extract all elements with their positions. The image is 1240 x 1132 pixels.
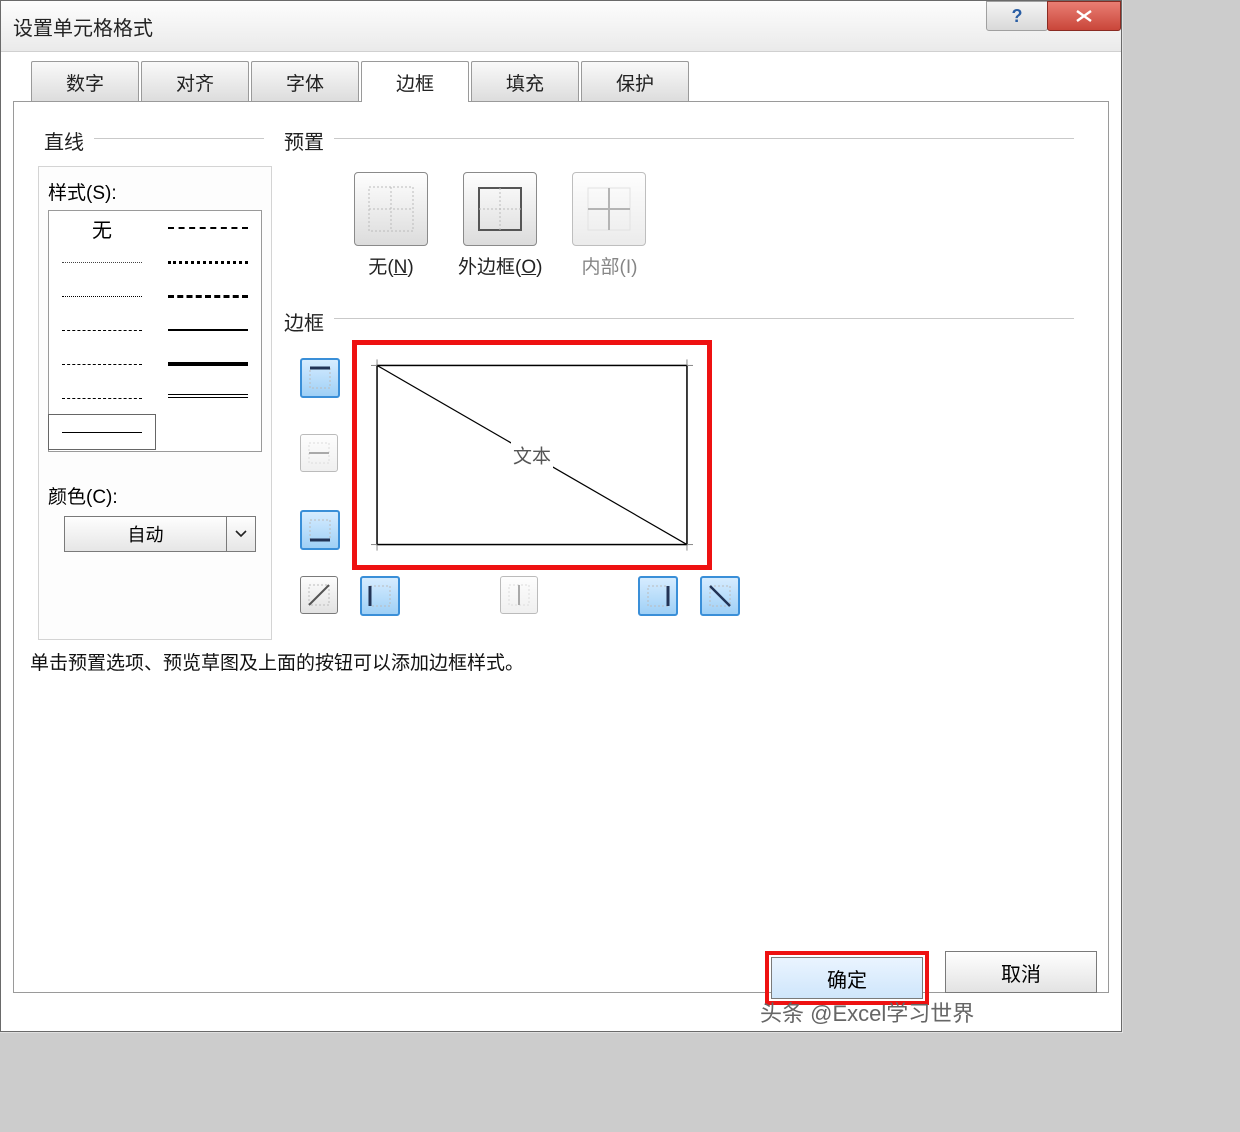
preset-outline-icon bbox=[463, 172, 537, 246]
style-item-selected[interactable] bbox=[49, 415, 155, 449]
line-style-list[interactable]: 无 bbox=[48, 210, 262, 452]
border-vmid-button[interactable] bbox=[500, 576, 538, 614]
group-label-border: 边框 bbox=[284, 307, 324, 336]
dialog-window: 设置单元格格式 ? 数字 对齐 字体 边框 填充 保护 直线 样式(S): 无 bbox=[0, 0, 1122, 1032]
watermark-text: 头条 @Excel学习世界 bbox=[760, 996, 974, 1028]
preset-none-icon bbox=[354, 172, 428, 246]
tab-border[interactable]: 边框 bbox=[361, 61, 469, 102]
border-preview[interactable]: 文本 bbox=[371, 359, 693, 551]
divider bbox=[94, 138, 264, 139]
color-dropdown[interactable]: 自动 bbox=[64, 516, 256, 552]
preset-outline[interactable]: 外边框(O) bbox=[458, 172, 542, 279]
style-item[interactable] bbox=[49, 347, 155, 381]
divider bbox=[334, 318, 1074, 319]
preset-none[interactable]: 无(N) bbox=[354, 172, 428, 279]
style-item[interactable] bbox=[49, 279, 155, 313]
chevron-down-icon bbox=[226, 517, 255, 551]
tab-font[interactable]: 字体 bbox=[251, 61, 359, 102]
color-label: 颜色(C): bbox=[48, 482, 118, 509]
style-item[interactable] bbox=[49, 381, 155, 415]
style-none[interactable]: 无 bbox=[92, 214, 112, 243]
style-item[interactable] bbox=[155, 211, 261, 245]
tab-number[interactable]: 数字 bbox=[31, 61, 139, 102]
ok-button[interactable]: 确定 bbox=[771, 957, 923, 999]
style-item[interactable] bbox=[155, 313, 261, 347]
title-bar: 设置单元格格式 ? bbox=[1, 1, 1121, 52]
cancel-button[interactable]: 取消 bbox=[945, 951, 1097, 993]
tab-align[interactable]: 对齐 bbox=[141, 61, 249, 102]
border-diag-up-button[interactable] bbox=[300, 576, 338, 614]
hint-text: 单击预置选项、预览草图及上面的按钮可以添加边框样式。 bbox=[30, 648, 524, 675]
close-icon bbox=[1075, 10, 1093, 22]
style-label: 样式(S): bbox=[48, 178, 117, 205]
style-item[interactable] bbox=[155, 279, 261, 313]
preview-text: 文本 bbox=[511, 442, 553, 469]
border-left-button[interactable] bbox=[360, 576, 400, 616]
preset-inside-icon bbox=[572, 172, 646, 246]
tab-page-border: 直线 样式(S): 无 bbox=[13, 101, 1109, 993]
tab-protect[interactable]: 保护 bbox=[581, 61, 689, 102]
group-label-preset: 预置 bbox=[284, 126, 324, 155]
border-top-button[interactable] bbox=[300, 358, 340, 398]
client-area: 数字 对齐 字体 边框 填充 保护 直线 样式(S): 无 bbox=[13, 61, 1109, 1019]
style-item[interactable] bbox=[49, 245, 155, 279]
border-bottom-button[interactable] bbox=[300, 510, 340, 550]
tab-strip: 数字 对齐 字体 边框 填充 保护 bbox=[31, 61, 1109, 102]
border-preview-highlight: 文本 bbox=[352, 340, 712, 570]
border-right-button[interactable] bbox=[638, 576, 678, 616]
border-hmid-button[interactable] bbox=[300, 434, 338, 472]
border-diag-down-button[interactable] bbox=[700, 576, 740, 616]
style-item[interactable] bbox=[155, 381, 261, 415]
style-item[interactable] bbox=[49, 313, 155, 347]
help-button[interactable]: ? bbox=[986, 1, 1048, 31]
divider bbox=[334, 138, 1074, 139]
group-label-line: 直线 bbox=[44, 126, 84, 155]
close-button[interactable] bbox=[1047, 1, 1121, 31]
window-title: 设置单元格格式 bbox=[13, 12, 153, 41]
style-item[interactable] bbox=[155, 245, 261, 279]
preset-inside[interactable]: 内部(I) bbox=[572, 172, 646, 279]
style-item[interactable] bbox=[155, 347, 261, 381]
tab-fill[interactable]: 填充 bbox=[471, 61, 579, 102]
color-value: 自动 bbox=[65, 521, 226, 547]
